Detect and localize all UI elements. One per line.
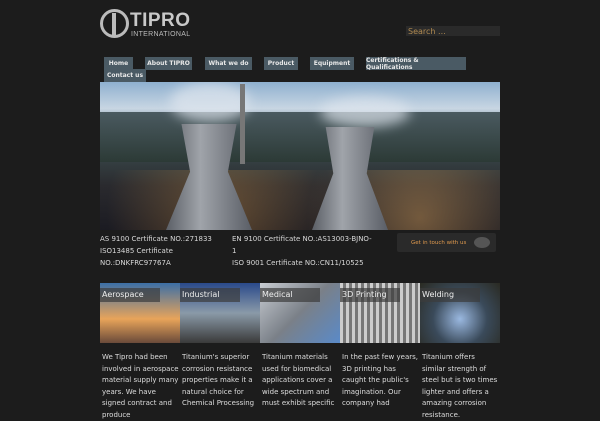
hero-image: [100, 82, 500, 230]
nav-what-we-do[interactable]: What we do: [205, 57, 252, 70]
chat-bubble-icon: [474, 237, 490, 248]
nav-about[interactable]: About TIPRO: [145, 57, 192, 70]
card-title: Welding: [420, 288, 480, 302]
logo-name: TIPRO: [130, 10, 191, 31]
logo-bar-icon: [112, 13, 116, 37]
card-title: Aerospace: [100, 288, 160, 302]
certificates-left: AS 9100 Certificate NO.:271833 ISO13485 …: [100, 235, 212, 267]
card-industrial[interactable]: Industrial: [180, 283, 260, 343]
card-description: We Tipro had been involved in aerospace …: [102, 353, 179, 419]
get-in-touch-label: Get in touch with us: [411, 239, 467, 246]
card-title: 3D Printing: [340, 288, 400, 302]
nav-product[interactable]: Product: [264, 57, 298, 70]
nav-certifications[interactable]: Certifications & Qualifications: [366, 57, 466, 71]
card-description: Titanium offers similar strength of stee…: [422, 353, 498, 419]
card-welding[interactable]: Welding: [420, 283, 500, 343]
certificates-right: EN 9100 Certificate NO.:AS13003-BJNO- 1 …: [232, 235, 372, 267]
card-3d-printing[interactable]: 3D Printing: [340, 283, 420, 343]
card-medical[interactable]: Medical: [260, 283, 340, 343]
card-description: Titanium's superior corrosion resistance…: [182, 353, 255, 407]
card-title: Medical: [260, 288, 320, 302]
card-description: In the past few years, 3D printing has c…: [342, 353, 418, 407]
nav-contact[interactable]: Contact us: [104, 69, 146, 82]
logo-subtitle: INTERNATIONAL: [131, 31, 191, 38]
card-aerospace[interactable]: Aerospace: [100, 283, 180, 343]
get-in-touch-button[interactable]: Get in touch with us: [397, 233, 496, 252]
search-input[interactable]: [406, 26, 500, 36]
nav-equipment[interactable]: Equipment: [310, 57, 354, 70]
card-title: Industrial: [180, 288, 240, 302]
logo[interactable]: TIPRO INTERNATIONAL: [100, 9, 200, 41]
card-description: Titanium materials used for biomedical a…: [262, 353, 335, 407]
